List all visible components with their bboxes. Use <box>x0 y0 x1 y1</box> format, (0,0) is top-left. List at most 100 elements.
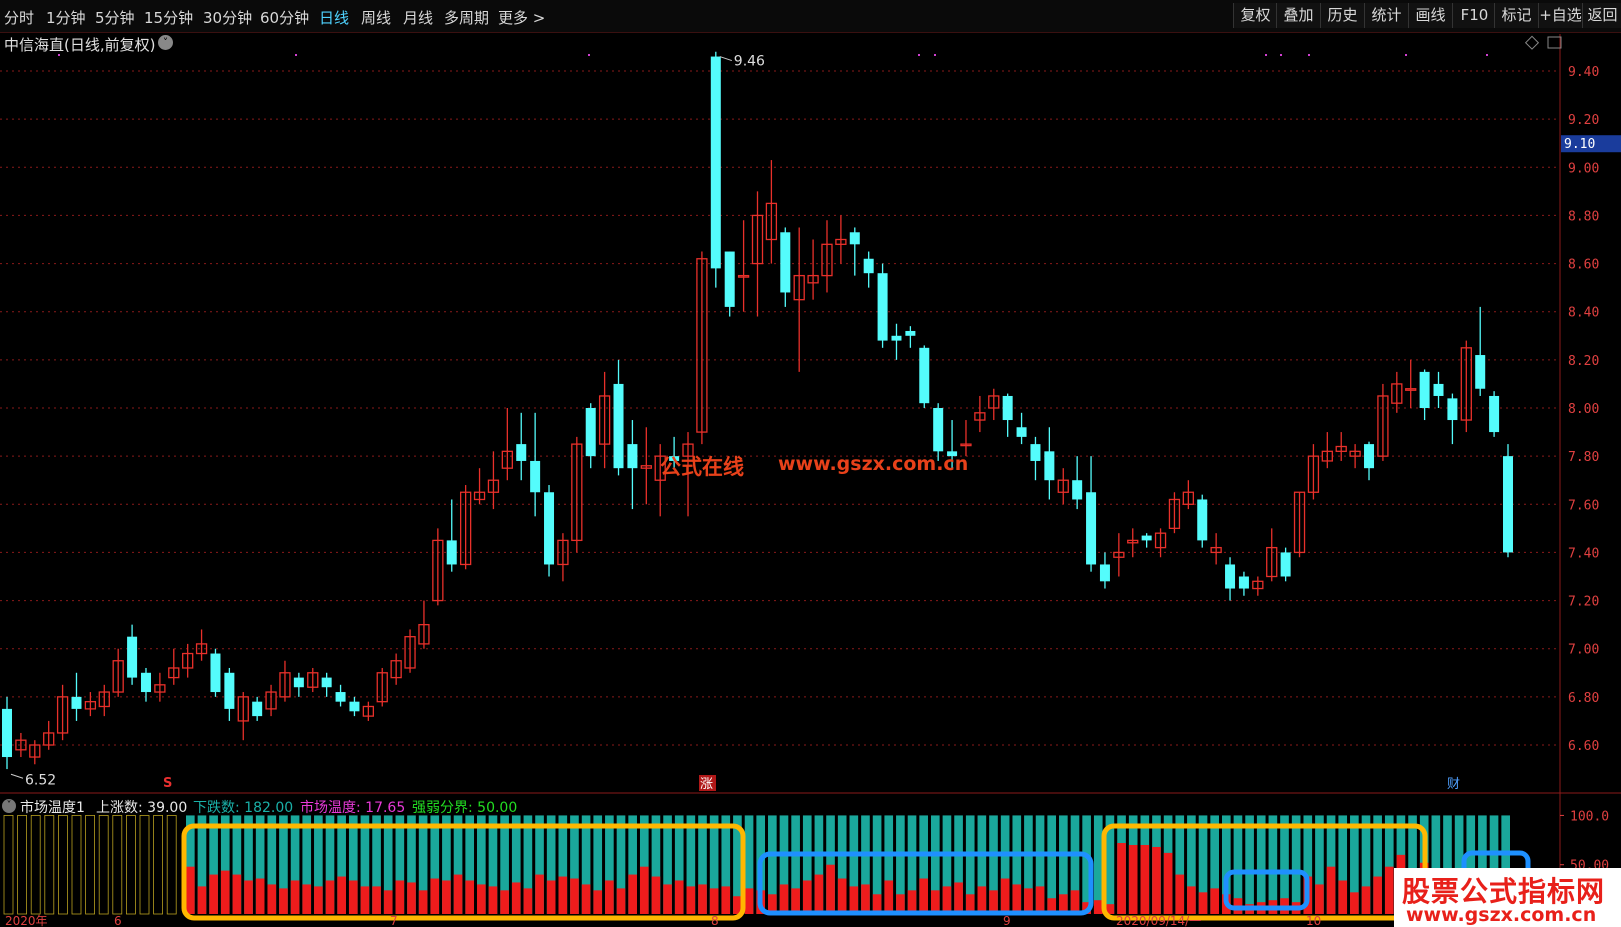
candle-body-up <box>1182 491 1194 505</box>
indicator-down-bar <box>1303 815 1313 914</box>
indicator-up-bar <box>756 890 766 914</box>
tab-9[interactable]: 多周期 <box>444 7 489 28</box>
dropdown-icon[interactable]: ˅ <box>158 35 173 50</box>
candle-body-up <box>195 643 208 655</box>
event-dot <box>934 54 936 56</box>
candle-body-down <box>1475 355 1486 389</box>
candle-body-up <box>43 732 55 746</box>
toolbar-button-8[interactable]: 返回 <box>1582 3 1621 28</box>
indicator-up-bar <box>244 880 253 914</box>
toolbar-button-4[interactable]: 画线 <box>1408 3 1452 28</box>
indicator-up-bar <box>686 886 696 914</box>
indicator-up-bar <box>558 876 568 914</box>
indicator-up-bar <box>314 886 323 914</box>
price-tick-label: 8.20 <box>1568 354 1599 369</box>
tab-6[interactable]: 日线 <box>319 7 349 28</box>
candle-body-up <box>640 465 652 469</box>
empty-indicator-bar <box>98 815 109 915</box>
indicator-up-bar <box>1105 904 1115 914</box>
toolbar-button-2[interactable]: 历史 <box>1320 3 1364 28</box>
indicator-up-bar <box>232 874 242 914</box>
empty-indicator-bar <box>58 815 68 915</box>
candle-body-up <box>432 539 444 602</box>
tab-7[interactable]: 周线 <box>361 7 391 28</box>
tab-8[interactable]: 月线 <box>403 7 433 28</box>
toolbar-button-5[interactable]: F10 <box>1452 3 1496 28</box>
tab-5[interactable]: 60分钟 <box>260 7 309 28</box>
indicator-up-bar <box>1384 866 1394 914</box>
tab-2[interactable]: 5分钟 <box>95 7 135 28</box>
candle-body-down <box>724 251 735 307</box>
indicator-down-bar <box>861 815 870 914</box>
tab-10[interactable]: 更多 > <box>498 7 545 28</box>
candle-body-down <box>252 701 263 717</box>
toolbar-button-1[interactable]: 叠加 <box>1276 3 1320 28</box>
indicator-up-bar <box>779 884 789 914</box>
indicator-dropdown-icon[interactable]: ˅ <box>2 799 16 813</box>
indicator-up-bar <box>733 896 742 914</box>
candle-body-down <box>1503 456 1513 553</box>
candle-body-down <box>863 258 874 274</box>
tab-3[interactable]: 15分钟 <box>144 7 193 28</box>
indicator-up-bar <box>1070 890 1080 914</box>
indicator-down-bar <box>348 815 358 914</box>
candle-body-up <box>501 450 513 469</box>
indicator-up-bar <box>1221 894 1231 914</box>
tab-4[interactable]: 30分钟 <box>203 7 252 28</box>
indicator-up-bar <box>348 880 358 914</box>
indicator-up-bar <box>1117 843 1126 914</box>
indicator-down-bar <box>558 815 568 914</box>
toolbar-button-7[interactable]: +自选 <box>1538 3 1582 28</box>
highlight-box-blue <box>757 851 1094 916</box>
candle-body-up <box>376 672 388 703</box>
candle-body-down <box>933 408 944 452</box>
indicator-down-bar <box>488 815 498 914</box>
price-tick-label: 9.00 <box>1568 161 1599 176</box>
toolbar-button-3[interactable]: 统计 <box>1364 3 1408 28</box>
indicator-down-bar <box>302 815 312 914</box>
toolbar-button-6[interactable]: 标记 <box>1494 3 1538 28</box>
high-label: 9.46 <box>734 54 765 70</box>
logo-line2: www.gszx.com.cn <box>1406 904 1597 926</box>
candle-body-down <box>127 636 138 678</box>
indicator-up-bar <box>837 878 847 914</box>
candle-body-down <box>516 444 527 461</box>
toolbar-button-0[interactable]: 复权 <box>1233 3 1277 28</box>
indicator-up-bar <box>1128 844 1138 914</box>
indicator-up-bar <box>1198 892 1208 914</box>
chart-title: 中信海直(日线,前复权) <box>4 36 156 54</box>
candle-body-down <box>1002 395 1013 421</box>
indicator-up-bar <box>453 874 463 914</box>
indicator-up-bar <box>919 878 928 914</box>
indicator-down-bar <box>1326 815 1336 914</box>
indicator-down-bar <box>872 815 882 914</box>
indicator-down-bar <box>663 815 672 914</box>
candle-body-up <box>807 274 819 284</box>
event-dot <box>1486 54 1488 56</box>
tab-1[interactable]: 1分钟 <box>46 7 86 28</box>
event-dot <box>918 54 920 56</box>
indicator-down-bar <box>1268 815 1278 914</box>
indicator-up-bar <box>1303 876 1313 914</box>
indicator-up-bar <box>1000 878 1010 914</box>
low-label: 6.52 <box>25 772 56 788</box>
indicator-down-bar <box>1280 815 1289 914</box>
indicator-down-bar <box>651 815 661 914</box>
indicator-down-bar <box>616 815 626 914</box>
candle-body-down <box>1086 492 1097 565</box>
indicator-up-bar <box>465 880 475 914</box>
event-dot <box>1405 54 1407 56</box>
candle-body-up <box>390 660 402 679</box>
indicator-up-bar <box>488 886 498 914</box>
indicator-up-bar <box>1152 846 1161 914</box>
candle-body-up <box>487 479 500 493</box>
highlight-box-orange <box>181 823 746 921</box>
indicator-up-bar <box>965 894 975 914</box>
indicator-name[interactable]: 市场温度1 <box>20 797 85 817</box>
indicator-up-bar <box>500 890 509 914</box>
indicator-up-bar <box>849 886 859 914</box>
indicator-up-bar <box>1326 866 1336 914</box>
indicator-up-bar <box>546 880 556 914</box>
indicator-down-bar <box>954 815 963 914</box>
tab-0[interactable]: 分时 <box>4 7 34 28</box>
